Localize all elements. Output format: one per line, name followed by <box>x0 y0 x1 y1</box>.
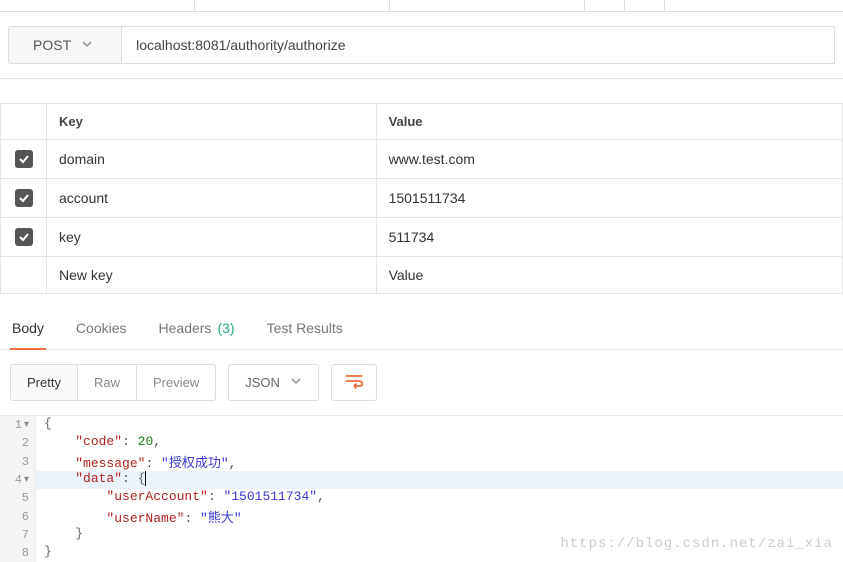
code-text: "userName": "熊大" <box>36 507 843 526</box>
wrap-line-button[interactable] <box>331 364 377 401</box>
line-number[interactable]: 2 <box>0 434 36 452</box>
code-line: 5 "userAccount": "1501511734", <box>0 489 843 507</box>
code-line: 2 "code": 20, <box>0 434 843 452</box>
param-checkbox-cell[interactable] <box>1 179 47 218</box>
checkbox-checked-icon <box>15 150 33 168</box>
param-value-cell[interactable]: www.test.com <box>376 140 842 179</box>
line-number[interactable]: 7 <box>0 526 36 544</box>
view-mode-group: Pretty Raw Preview <box>10 364 216 401</box>
code-text: "userAccount": "1501511734", <box>36 489 843 507</box>
method-selector[interactable]: POST <box>8 26 122 64</box>
chevron-down-icon <box>290 375 302 390</box>
tab-headers[interactable]: Headers (3) <box>157 314 237 349</box>
raw-button[interactable]: Raw <box>78 365 137 400</box>
param-value-cell[interactable]: 511734 <box>376 218 842 257</box>
pretty-button[interactable]: Pretty <box>11 365 78 400</box>
request-bar: POST localhost:8081/authority/authorize <box>0 12 843 79</box>
param-checkbox-cell[interactable] <box>1 140 47 179</box>
line-number[interactable]: 5 <box>0 489 36 507</box>
param-key-cell[interactable]: key <box>47 218 377 257</box>
format-selector[interactable]: JSON <box>228 364 319 401</box>
param-value-input[interactable]: Value <box>376 257 842 294</box>
line-number[interactable]: 8 <box>0 544 36 562</box>
tab-body[interactable]: Body <box>10 314 46 350</box>
param-checkbox-cell[interactable] <box>1 218 47 257</box>
format-label: JSON <box>245 375 280 390</box>
fold-toggle-icon[interactable]: ▾ <box>24 419 29 431</box>
params-table: Key Value domainwww.test.comaccount15015… <box>0 103 843 294</box>
param-checkbox-cell <box>1 257 47 294</box>
body-toolbar: Pretty Raw Preview JSON <box>0 350 843 415</box>
code-line: 6 "userName": "熊大" <box>0 507 843 526</box>
url-input[interactable]: localhost:8081/authority/authorize <box>122 26 835 64</box>
line-number[interactable]: 4▾ <box>0 471 36 489</box>
tab-cookies[interactable]: Cookies <box>74 314 129 349</box>
tab-headers-label: Headers <box>159 320 212 337</box>
top-tab-strip <box>0 0 843 12</box>
chevron-down-icon <box>81 37 93 53</box>
line-number[interactable]: 1▾ <box>0 416 36 434</box>
param-key-cell[interactable]: domain <box>47 140 377 179</box>
param-key-input[interactable]: New key <box>47 257 377 294</box>
response-tabs: Body Cookies Headers (3) Test Results <box>0 302 843 350</box>
checkbox-checked-icon <box>15 228 33 246</box>
code-text: { <box>36 416 843 434</box>
params-key-header: Key <box>47 104 377 140</box>
code-text: "code": 20, <box>36 434 843 452</box>
params-checkbox-header <box>1 104 47 140</box>
param-key-cell[interactable]: account <box>47 179 377 218</box>
tab-headers-count: (3) <box>217 320 234 337</box>
table-row: account1501511734 <box>1 179 843 218</box>
params-value-header: Value <box>376 104 842 140</box>
table-row: domainwww.test.com <box>1 140 843 179</box>
method-label: POST <box>33 37 71 53</box>
checkbox-checked-icon <box>15 189 33 207</box>
tab-test-results[interactable]: Test Results <box>265 314 345 349</box>
line-number[interactable]: 3 <box>0 452 36 471</box>
code-line: 3 "message": "授权成功", <box>0 452 843 471</box>
code-line: 4▾ "data": { <box>0 471 843 489</box>
table-row: key511734 <box>1 218 843 257</box>
watermark: https://blog.csdn.net/zai_xia <box>560 536 833 552</box>
wrap-icon <box>344 373 364 392</box>
preview-button[interactable]: Preview <box>137 365 215 400</box>
table-row-new: New keyValue <box>1 257 843 294</box>
fold-toggle-icon[interactable]: ▾ <box>24 474 29 486</box>
param-value-cell[interactable]: 1501511734 <box>376 179 842 218</box>
code-text: "message": "授权成功", <box>36 452 843 471</box>
line-number[interactable]: 6 <box>0 507 36 526</box>
code-line: 1▾{ <box>0 416 843 434</box>
code-text: "data": { <box>36 471 843 489</box>
